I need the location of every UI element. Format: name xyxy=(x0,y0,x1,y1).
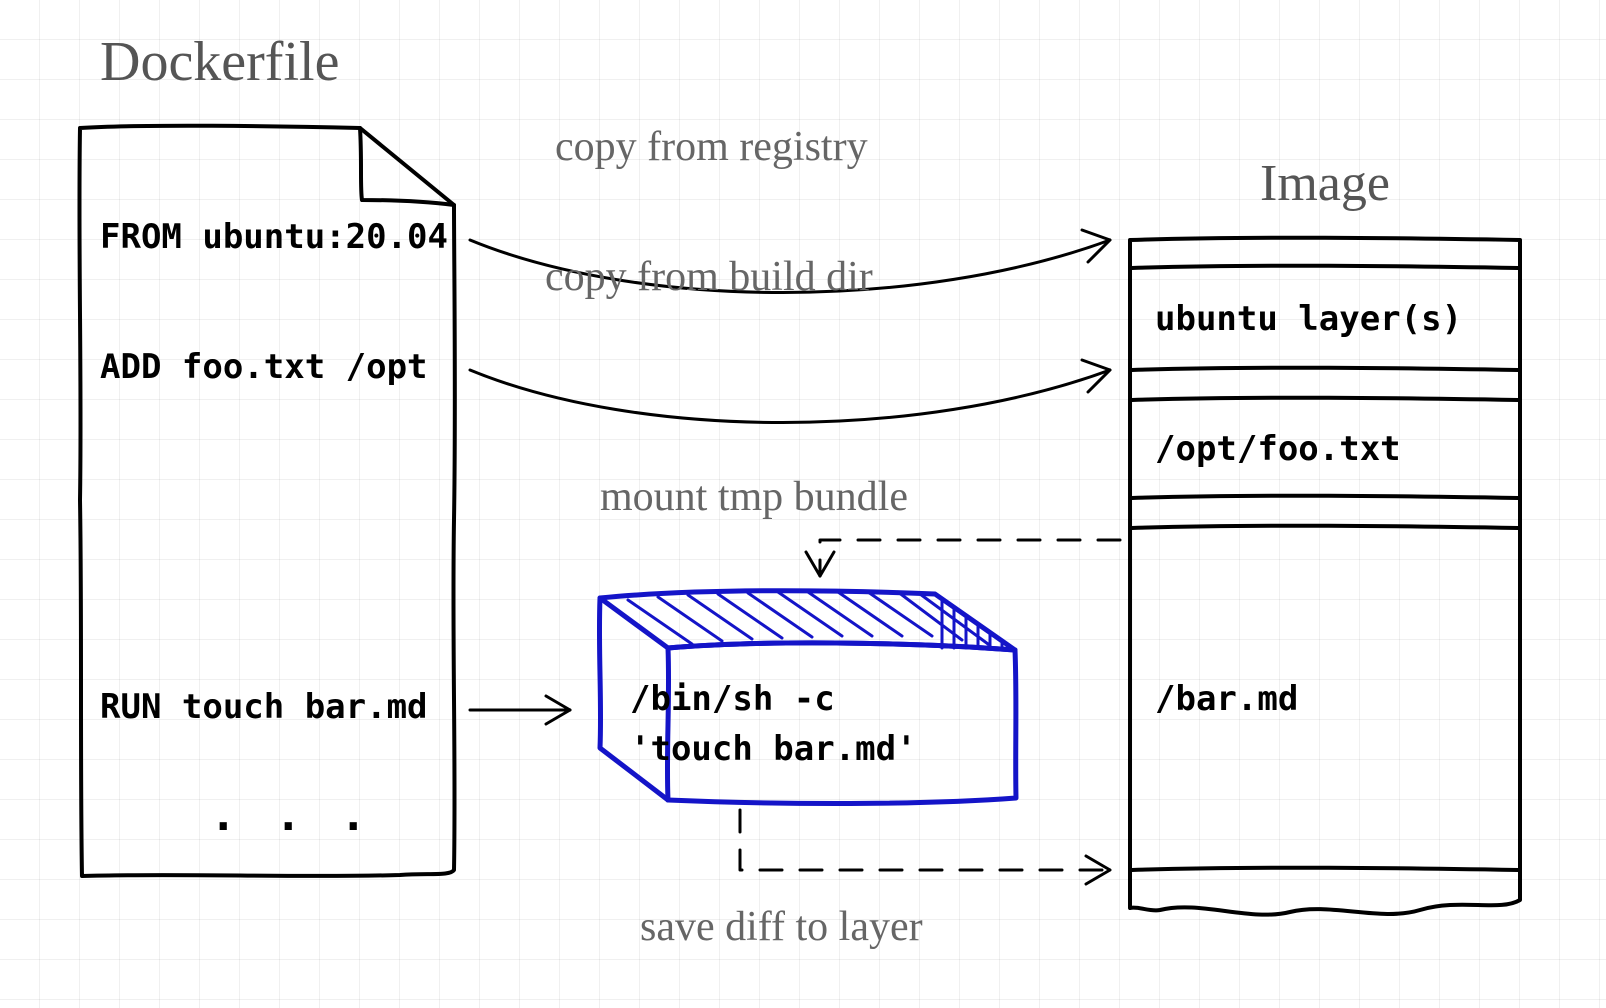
image-title: Image xyxy=(1260,155,1390,212)
label-copy-build-dir: copy from build dir xyxy=(545,254,873,300)
dockerfile-line-run: RUN touch bar.md xyxy=(100,687,428,727)
arrow-run-to-container xyxy=(470,696,570,724)
dockerfile-title: Dockerfile xyxy=(100,31,339,93)
container-cmd-line2: 'touch bar.md' xyxy=(630,729,917,769)
image-layer-bar: /bar.md xyxy=(1155,679,1298,719)
image-layer-ubuntu: ubuntu layer(s) xyxy=(1155,299,1462,339)
label-copy-registry: copy from registry xyxy=(555,124,868,170)
container-box: /bin/sh -c 'touch bar.md' xyxy=(599,591,1016,804)
image-layer-foo: /opt/foo.txt xyxy=(1155,429,1401,469)
dockerfile-document: Dockerfile FROM ubuntu:20.04 ADD foo.txt… xyxy=(79,31,454,876)
image-stack: Image ubuntu layer(s) /opt/foo.txt /bar.… xyxy=(1129,155,1520,915)
dockerfile-line-add: ADD foo.txt /opt xyxy=(100,347,428,387)
container-cmd-line1: /bin/sh -c xyxy=(630,679,835,719)
dockerfile-ellipsis: . . . xyxy=(210,790,372,841)
arrow-copy-build-dir: copy from build dir xyxy=(470,254,1110,423)
label-mount-tmp: mount tmp bundle xyxy=(600,474,908,520)
arrow-mount-tmp: mount tmp bundle xyxy=(600,474,1120,576)
label-save-diff: save diff to layer xyxy=(640,904,923,950)
arrow-save-diff: save diff to layer xyxy=(640,810,1110,950)
dockerfile-line-from: FROM ubuntu:20.04 xyxy=(100,217,448,257)
